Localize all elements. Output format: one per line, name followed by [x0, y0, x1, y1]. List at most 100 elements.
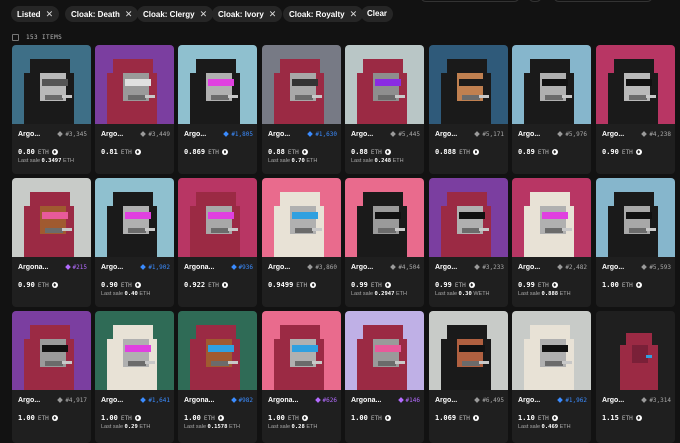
price-value: 0.89	[518, 148, 535, 156]
filter-chip[interactable]: Cloak: Clergy ✕	[137, 6, 214, 22]
nft-image[interactable]	[429, 45, 508, 124]
nft-card[interactable]: Argo... #4,504 0.99 ETH Last sale 0.2947 ETH	[345, 178, 424, 307]
close-icon[interactable]: ✕	[46, 9, 54, 19]
nft-card[interactable]: Argona... #626 1.00 ETH Last sale 0.28 ETH	[262, 311, 341, 443]
card-name[interactable]: Argo...	[435, 131, 457, 138]
card-name[interactable]: Argo...	[435, 397, 457, 404]
card-name[interactable]: Argo...	[101, 131, 123, 138]
card-name[interactable]: Argo...	[518, 397, 540, 404]
nft-image[interactable]	[512, 178, 591, 257]
nft-card[interactable]: Argo... #3,449 0.81 ETH	[95, 45, 174, 174]
nft-card[interactable]: Argo... #5,593 1.00 ETH	[596, 178, 675, 307]
rank-text: #3,449	[148, 130, 170, 138]
nft-card[interactable]: Argo... #1,962 1.10 ETH Last sale 0.469 ETH	[512, 311, 591, 443]
nft-image[interactable]	[512, 45, 591, 124]
top-control-right[interactable]	[553, 0, 653, 2]
card-name[interactable]: Argo...	[268, 131, 290, 138]
nft-image[interactable]	[262, 311, 341, 390]
last-sale-label: Last sale	[268, 158, 291, 164]
nft-image[interactable]	[429, 311, 508, 390]
nft-image[interactable]	[12, 178, 91, 257]
nft-card[interactable]: Argo... #3,860 0.9499 ETH	[262, 178, 341, 307]
card-name[interactable]: Argona...	[268, 397, 298, 404]
nft-card[interactable]: Argo... #1,630 0.88 ETH Last sale 0.70 ETH	[262, 45, 341, 174]
nft-card[interactable]: Argo... #2,482 0.99 ETH Last sale 0.888 ETH	[512, 178, 591, 307]
price-row: 1.10 ETH	[518, 413, 558, 423]
close-icon[interactable]: ✕	[125, 9, 133, 19]
nft-image[interactable]	[262, 45, 341, 124]
nft-card[interactable]: Argo... #5,171 0.888 ETH	[429, 45, 508, 174]
card-name[interactable]: Argona...	[351, 397, 381, 404]
nft-card[interactable]: Argona... #936 0.922 ETH	[178, 178, 257, 307]
nft-image[interactable]	[178, 178, 257, 257]
close-icon[interactable]: ✕	[350, 9, 358, 19]
card-name[interactable]: Argo...	[184, 131, 206, 138]
card-name[interactable]: Argo...	[435, 264, 457, 271]
rank-text: #2,482	[565, 263, 587, 271]
nft-card[interactable]: Argo... #3,345 0.80 ETH Last sale 0.3497 ETH	[12, 45, 91, 174]
nft-image[interactable]	[345, 178, 424, 257]
card-name[interactable]: Argona...	[18, 264, 48, 271]
nft-card[interactable]: Argo... #1,805 0.869 ETH	[178, 45, 257, 174]
nft-image[interactable]	[345, 45, 424, 124]
card-name[interactable]: Argona...	[184, 264, 214, 271]
top-control-left[interactable]	[420, 0, 520, 2]
card-name[interactable]: Argo...	[351, 131, 373, 138]
nft-card[interactable]: Argona... #215 0.90 ETH	[12, 178, 91, 307]
nft-card[interactable]: Argo... #4,238 0.90 ETH	[596, 45, 675, 174]
price-currency: ETH	[537, 281, 549, 289]
card-name[interactable]: Argo...	[518, 131, 540, 138]
card-name[interactable]: Argo...	[351, 264, 373, 271]
nft-card[interactable]: Argo... #5,976 0.89 ETH	[512, 45, 591, 174]
nft-card[interactable]: Argo... #3,314 1.15 ETH	[596, 311, 675, 443]
close-icon[interactable]: ✕	[269, 9, 277, 19]
nft-card[interactable]: Argo... #4,917 1.00 ETH	[12, 311, 91, 443]
card-name[interactable]: Argo...	[602, 264, 624, 271]
nft-card[interactable]: Argo... #1,641 1.00 ETH Last sale 0.29 ETH	[95, 311, 174, 443]
price-value: 0.869	[184, 148, 206, 156]
card-title-row: Argona... #626	[268, 395, 337, 405]
nft-image[interactable]	[95, 311, 174, 390]
nft-image[interactable]	[95, 178, 174, 257]
clear-filters-button[interactable]: Clear	[361, 6, 394, 22]
price-row: 0.99 ETH	[351, 280, 391, 290]
nft-card[interactable]: Argona... #146 1.00 ETH	[345, 311, 424, 443]
nft-card[interactable]: Argo... #3,233 0.99 ETH Last sale 0.30 WETH	[429, 178, 508, 307]
select-all-checkbox[interactable]	[12, 33, 19, 41]
top-control-mid[interactable]	[528, 0, 542, 2]
nft-image[interactable]	[12, 45, 91, 124]
nft-card[interactable]: Argo... #5,445 0.88 ETH Last sale 0.248 ETH	[345, 45, 424, 174]
filter-chip[interactable]: Listed ✕	[11, 6, 60, 22]
nft-card[interactable]: Argona... #982 1.00 ETH Last sale 0.1578 ETH	[178, 311, 257, 443]
nft-image[interactable]	[429, 178, 508, 257]
price-row: 1.00 ETH	[18, 413, 58, 423]
card-name[interactable]: Argo...	[602, 131, 624, 138]
nft-image[interactable]	[512, 311, 591, 390]
filter-chip[interactable]: Cloak: Royalty ✕	[283, 6, 364, 22]
nft-image[interactable]	[95, 45, 174, 124]
mouth	[295, 361, 313, 366]
card-name[interactable]: Argona...	[184, 397, 214, 404]
pipe	[62, 361, 72, 364]
filter-chip[interactable]: Cloak: Ivory ✕	[212, 6, 283, 22]
nft-image[interactable]	[345, 311, 424, 390]
last-sale-currency: ETH	[559, 291, 571, 297]
nft-image[interactable]	[596, 178, 675, 257]
card-name[interactable]: Argo...	[518, 264, 540, 271]
card-name[interactable]: Argo...	[101, 397, 123, 404]
nft-image[interactable]	[596, 311, 675, 390]
filter-chip[interactable]: Cloak: Death ✕	[65, 6, 139, 22]
nft-image[interactable]	[12, 311, 91, 390]
nft-card[interactable]: Argo... #1,902 0.90 ETH Last sale 0.40 ETH	[95, 178, 174, 307]
nft-image[interactable]	[262, 178, 341, 257]
nft-image[interactable]	[178, 45, 257, 124]
card-name[interactable]: Argo...	[18, 397, 40, 404]
card-name[interactable]: Argo...	[18, 131, 40, 138]
card-name[interactable]: Argo...	[101, 264, 123, 271]
card-name[interactable]: Argo...	[268, 264, 290, 271]
close-icon[interactable]: ✕	[200, 9, 208, 19]
nft-card[interactable]: Argo... #6,495 1.069 ETH	[429, 311, 508, 443]
card-name[interactable]: Argo...	[602, 397, 624, 404]
nft-image[interactable]	[596, 45, 675, 124]
nft-image[interactable]	[178, 311, 257, 390]
